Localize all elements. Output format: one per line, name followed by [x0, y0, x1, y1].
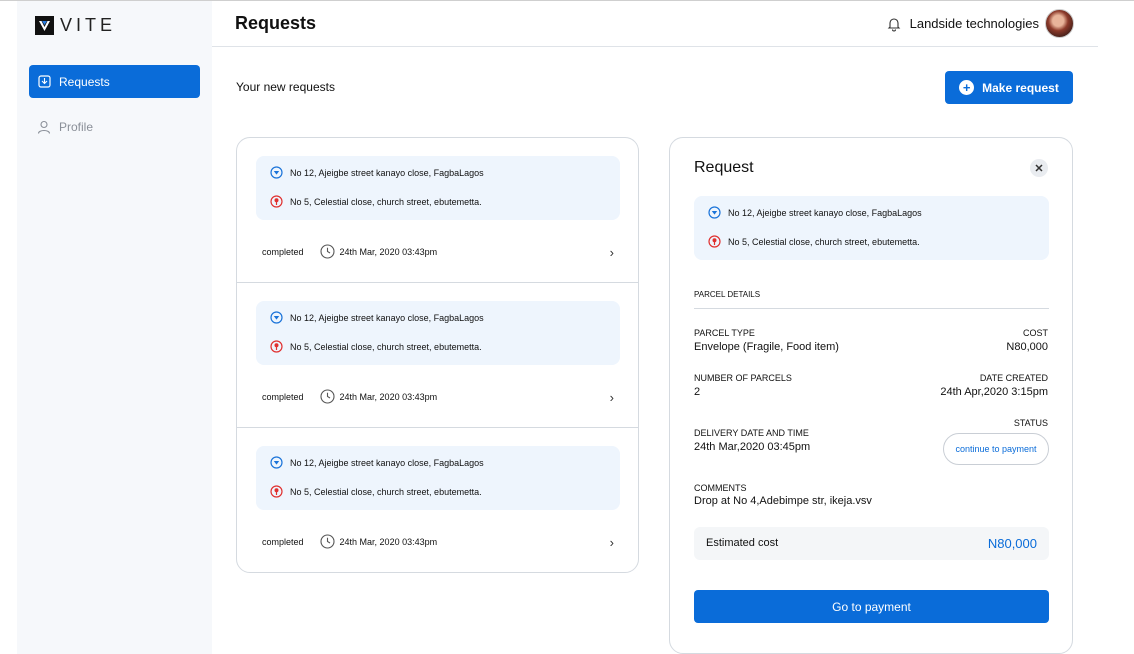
request-list: No 12, Ajeigbe street kanayo close, Fagb…	[236, 137, 639, 573]
cost-value: N80,000	[1006, 341, 1048, 353]
dropoff-address: No 5, Celestial close, church street, eb…	[290, 486, 482, 497]
make-request-button[interactable]: + Make request	[945, 71, 1073, 104]
brand-name: VITE	[60, 15, 117, 35]
sidebar-item-requests[interactable]: Requests	[29, 65, 200, 98]
chevron-right-icon[interactable]: ›	[610, 245, 614, 260]
parcel-details-heading: PARCEL DETAILS	[694, 290, 761, 299]
user-area: Landside technologies	[886, 9, 1074, 38]
continue-to-payment-button[interactable]: continue to payment	[943, 433, 1049, 465]
cost-label: COST	[1022, 328, 1048, 338]
request-detail-panel: Request ✕ No 12, Ajeigbe street kanayo c…	[669, 137, 1073, 654]
pickup-address: No 12, Ajeigbe street kanayo close, Fagb…	[290, 167, 484, 178]
request-meta: completed 24th Mar, 2020 03:43pm	[262, 389, 437, 404]
date-created-label: DATE CREATED	[979, 373, 1048, 383]
list-item[interactable]: No 12, Ajeigbe street kanayo close, Fagb…	[237, 283, 638, 428]
dropoff-line: No 5, Celestial close, church street, eb…	[270, 340, 482, 353]
close-icon[interactable]: ✕	[1030, 159, 1048, 177]
num-parcels-value: 2	[694, 386, 701, 398]
chevron-right-icon[interactable]: ›	[610, 390, 614, 405]
avatar[interactable]	[1045, 9, 1074, 38]
delivery-value: 24th Mar,2020 03:45pm	[694, 441, 811, 453]
delivery-label: DELIVERY DATE AND TIME	[694, 428, 809, 438]
pickup-line: No 12, Ajeigbe street kanayo close, Fagb…	[708, 206, 922, 219]
sidebar-item-label: Requests	[59, 74, 110, 89]
pickup-address: No 12, Ajeigbe street kanayo close, Fagb…	[290, 312, 484, 323]
request-meta: completed 24th Mar, 2020 03:43pm	[262, 244, 437, 259]
list-item[interactable]: No 12, Ajeigbe street kanayo close, Fagb…	[237, 428, 638, 572]
status-label: STATUS	[1013, 418, 1048, 428]
dropoff-icon	[270, 340, 283, 353]
bell-icon[interactable]	[886, 16, 902, 32]
dropoff-address: No 5, Celestial close, church street, eb…	[290, 196, 482, 207]
clock-icon	[319, 244, 335, 259]
logo-mark-icon	[35, 16, 54, 35]
pickup-address: No 12, Ajeigbe street kanayo close, Fagb…	[290, 457, 484, 468]
chevron-right-icon[interactable]: ›	[610, 535, 614, 550]
clock-icon	[319, 389, 335, 404]
request-meta: completed 24th Mar, 2020 03:43pm	[262, 534, 437, 549]
dropoff-icon	[270, 485, 283, 498]
dropoff-line: No 5, Celestial close, church street, eb…	[708, 235, 920, 248]
pickup-icon	[270, 166, 283, 179]
comments-label: COMMENTS	[694, 483, 747, 493]
logo[interactable]: VITE	[35, 15, 116, 36]
address-box: No 12, Ajeigbe street kanayo close, Fagb…	[256, 301, 620, 365]
requests-icon	[37, 75, 51, 89]
sidebar-item-label: Profile	[59, 119, 94, 134]
address-box: No 12, Ajeigbe street kanayo close, Fagb…	[256, 156, 620, 220]
dropoff-address: No 5, Celestial close, church street, eb…	[290, 341, 482, 352]
go-to-payment-button[interactable]: Go to payment	[694, 590, 1049, 623]
status-text: completed	[262, 391, 304, 402]
address-box: No 12, Ajeigbe street kanayo close, Fagb…	[694, 196, 1049, 260]
dropoff-icon	[270, 195, 283, 208]
dropoff-icon	[708, 235, 721, 248]
sidebar: VITE Requests Profile	[17, 1, 212, 654]
status-text: completed	[262, 246, 304, 257]
dropoff-address: No 5, Celestial close, church street, eb…	[728, 236, 920, 247]
num-parcels-label: NUMBER OF PARCELS	[694, 373, 792, 383]
parcel-type-label: PARCEL TYPE	[694, 328, 755, 338]
section-heading: Your new requests	[236, 80, 335, 94]
sidebar-item-profile[interactable]: Profile	[29, 110, 200, 143]
address-box: No 12, Ajeigbe street kanayo close, Fagb…	[256, 446, 620, 510]
request-datetime: 24th Mar, 2020 03:43pm	[339, 391, 438, 402]
pickup-icon	[708, 206, 721, 219]
divider	[694, 308, 1049, 309]
estimated-cost-value: N80,000	[987, 536, 1037, 551]
request-datetime: 24th Mar, 2020 03:43pm	[339, 246, 438, 257]
list-item[interactable]: No 12, Ajeigbe street kanayo close, Fagb…	[237, 138, 638, 283]
pickup-icon	[270, 456, 283, 469]
header: Requests Landside technologies	[212, 1, 1098, 47]
comments-value: Drop at No 4,Adebimpe str, ikeja.vsv	[694, 495, 872, 507]
profile-icon	[37, 120, 51, 134]
parcel-type-value: Envelope (Fragile, Food item)	[694, 341, 839, 353]
company-name[interactable]: Landside technologies	[910, 16, 1039, 31]
detail-title: Request	[694, 159, 754, 176]
pickup-line: No 12, Ajeigbe street kanayo close, Fagb…	[270, 311, 484, 324]
clock-icon	[319, 534, 335, 549]
estimated-cost-label: Estimated cost	[706, 537, 779, 549]
dropoff-line: No 5, Celestial close, church street, eb…	[270, 195, 482, 208]
dropoff-line: No 5, Celestial close, church street, eb…	[270, 485, 482, 498]
pickup-line: No 12, Ajeigbe street kanayo close, Fagb…	[270, 166, 484, 179]
pickup-address: No 12, Ajeigbe street kanayo close, Fagb…	[728, 207, 922, 218]
request-datetime: 24th Mar, 2020 03:43pm	[339, 536, 438, 547]
status-text: completed	[262, 536, 304, 547]
page-title: Requests	[235, 13, 317, 33]
estimated-cost-box: Estimated cost N80,000	[694, 527, 1049, 560]
pickup-icon	[270, 311, 283, 324]
date-created-value: 24th Apr,2020 3:15pm	[940, 386, 1048, 398]
make-request-label: Make request	[982, 80, 1059, 95]
plus-icon: +	[959, 80, 975, 95]
pickup-line: No 12, Ajeigbe street kanayo close, Fagb…	[270, 456, 484, 469]
